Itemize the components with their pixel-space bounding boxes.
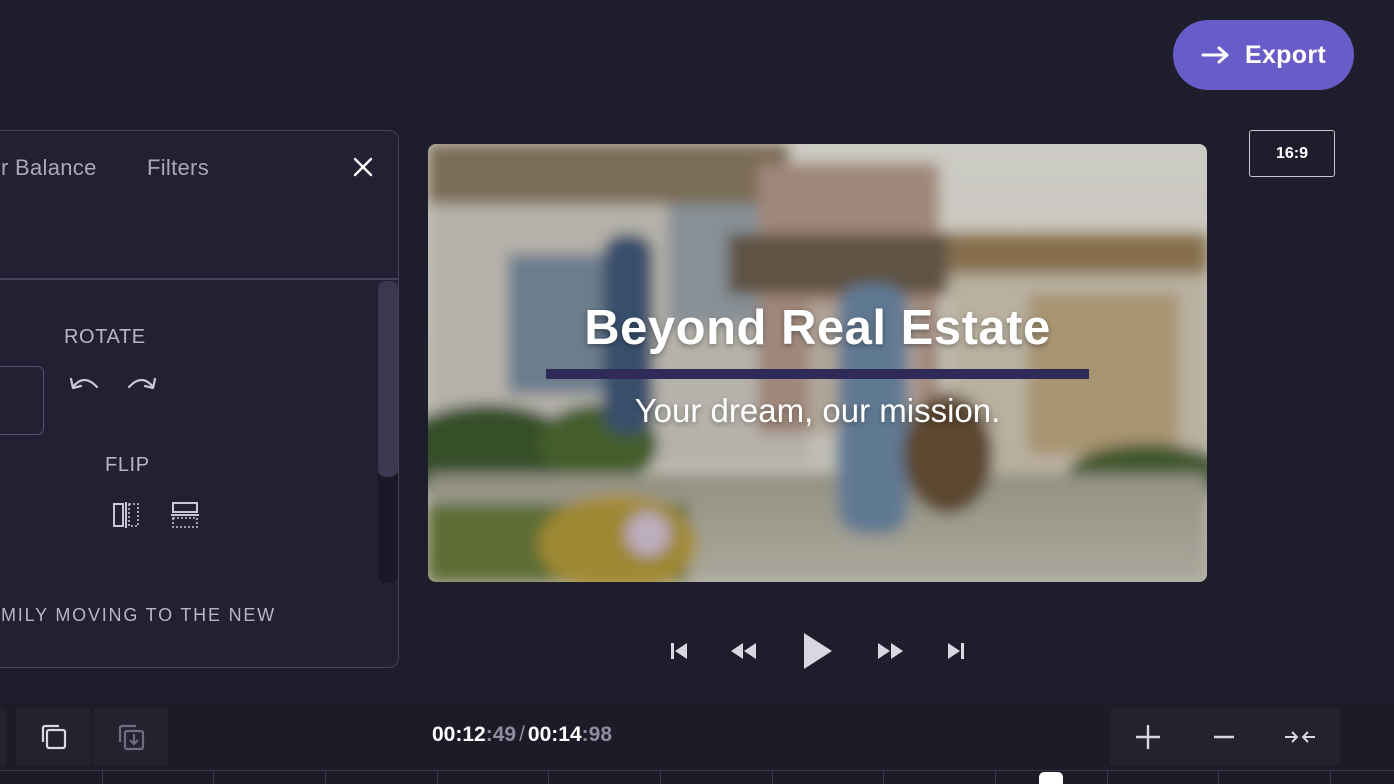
timecode-display: 00:12:49/00:14:98 xyxy=(432,723,612,747)
zoom-to-fit-button[interactable] xyxy=(1262,708,1338,766)
current-time-frames: :49 xyxy=(485,723,517,746)
ruler-tick xyxy=(437,771,438,784)
ruler-tick xyxy=(660,771,661,784)
time-separator: / xyxy=(519,723,525,746)
flip-label: FLIP xyxy=(105,454,150,476)
flip-horizontal-icon[interactable] xyxy=(111,500,141,530)
export-label: Export xyxy=(1245,40,1326,69)
rotate-right-icon[interactable] xyxy=(125,371,159,395)
flip-vertical-icon[interactable] xyxy=(170,500,200,530)
ruler-tick xyxy=(772,771,773,784)
ruler-tick xyxy=(325,771,326,784)
tab-filters[interactable]: Filters xyxy=(147,155,209,181)
overlay-title: Beyond Real Estate xyxy=(584,301,1051,355)
current-time: 00:12 xyxy=(432,723,486,746)
close-icon[interactable] xyxy=(351,155,375,179)
crop-option-box[interactable] xyxy=(0,366,44,435)
toolbar-partial-button[interactable] xyxy=(0,708,7,766)
play-icon[interactable] xyxy=(800,630,834,672)
ruler-tick xyxy=(548,771,549,784)
editor-window: Export 16:9 r Balance Filters ROTATE FLI… xyxy=(0,0,1394,784)
zoom-controls xyxy=(1110,708,1340,766)
skip-to-start-icon[interactable] xyxy=(668,640,690,662)
ruler-tick xyxy=(213,771,214,784)
ruler-tick xyxy=(1218,771,1219,784)
zoom-in-button[interactable] xyxy=(1110,708,1186,766)
fast-forward-icon[interactable] xyxy=(875,640,905,662)
aspect-ratio-button[interactable]: 16:9 xyxy=(1249,130,1335,177)
export-button[interactable]: Export xyxy=(1173,20,1354,90)
overlay-title-underline xyxy=(546,369,1089,379)
panel-scrollbar-thumb[interactable] xyxy=(378,281,398,477)
rotate-left-icon[interactable] xyxy=(67,371,101,395)
ruler-tick xyxy=(1330,771,1331,784)
ruler-tick xyxy=(1107,771,1108,784)
duplicate-icon xyxy=(41,724,66,750)
ruler-tick xyxy=(995,771,996,784)
rewind-icon[interactable] xyxy=(729,640,759,662)
minus-icon xyxy=(1214,735,1234,739)
rotate-label: ROTATE xyxy=(64,326,146,348)
playhead-handle[interactable] xyxy=(1039,772,1063,784)
skip-to-end-icon[interactable] xyxy=(945,640,967,662)
clip-name-text: MILY MOVING TO THE NEW xyxy=(1,605,276,625)
overlay-subtitle: Your dream, our mission. xyxy=(634,392,1001,429)
edit-panel: r Balance Filters ROTATE FLIP MILY MOVIN… xyxy=(0,130,399,668)
panel-divider xyxy=(0,278,398,280)
zoom-out-button[interactable] xyxy=(1186,708,1262,766)
fit-arrows-icon xyxy=(1285,731,1315,743)
export-clip-button[interactable] xyxy=(93,708,168,766)
timeline-ruler[interactable] xyxy=(0,770,1394,784)
total-time: 00:14 xyxy=(527,723,582,746)
ruler-tick xyxy=(102,771,103,784)
total-time-frames: :98 xyxy=(581,723,612,746)
arrow-right-icon xyxy=(1201,46,1229,64)
video-frame-image xyxy=(428,144,1207,582)
tab-color-balance[interactable]: r Balance xyxy=(1,155,97,181)
ruler-tick xyxy=(883,771,884,784)
duplicate-button[interactable] xyxy=(16,708,91,766)
plus-icon xyxy=(1136,725,1160,749)
download-copy-icon xyxy=(118,724,144,751)
video-preview[interactable]: Beyond Real Estate Your dream, our missi… xyxy=(428,144,1207,582)
